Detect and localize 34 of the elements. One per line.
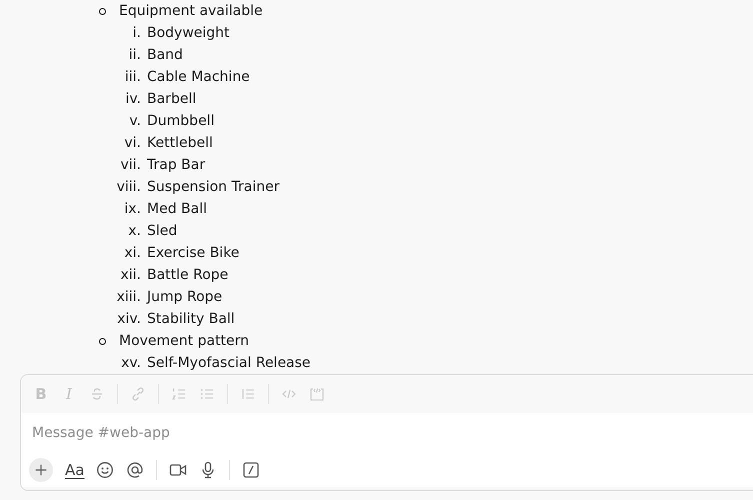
list-number: iii. [124, 69, 141, 85]
list-item: Dumbbell [147, 113, 214, 129]
list-heading: Movement pattern [119, 333, 250, 349]
list-number: x. [127, 223, 141, 239]
list-number: xiv. [116, 311, 141, 327]
list-heading: Equipment available [119, 3, 263, 19]
list-number: ix. [123, 201, 141, 217]
list-item: Band [147, 47, 183, 63]
list-item: Exercise Bike [147, 245, 240, 261]
message-input[interactable]: Message #web-app [21, 413, 753, 453]
list-item: Med Ball [147, 201, 207, 217]
list-item: Stability Ball [147, 311, 235, 327]
list-item: Barbell [147, 91, 196, 107]
list-item: Bodyweight [147, 25, 230, 41]
list-number: v. [128, 113, 141, 129]
list-item: Suspension Trainer [147, 179, 280, 195]
list-number: xii. [119, 267, 141, 283]
formatting-button[interactable]: Aa [65, 461, 84, 479]
list-item: Jump Rope [147, 289, 222, 305]
list-number: vii. [119, 157, 141, 173]
list-number: vi. [123, 135, 141, 151]
list-item: Trap Bar [147, 157, 206, 173]
list-number: xv. [120, 355, 141, 371]
list-number: xiii. [116, 289, 141, 305]
list-item: Cable Machine [147, 69, 250, 85]
list-number: viii. [116, 179, 141, 195]
list-number: xi. [123, 245, 141, 261]
list-item: Sled [147, 223, 178, 239]
list-number: ii. [128, 47, 141, 63]
list-item: Battle Rope [147, 267, 228, 283]
list-number: iv. [124, 91, 141, 107]
list-number: i. [132, 25, 141, 41]
list-item: Self-Myofascial Release [147, 355, 311, 371]
list-item: Kettlebell [147, 135, 213, 151]
